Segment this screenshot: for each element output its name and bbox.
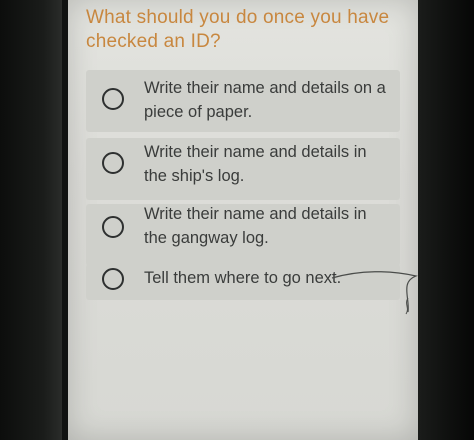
answer-option-1[interactable]: Write their name and details on a piece … (86, 70, 400, 132)
answer-option-2[interactable]: Write their name and details in the ship… (86, 138, 400, 200)
radio-button-icon[interactable] (102, 88, 124, 110)
answer-option-label: Write their name and details in the gang… (144, 205, 367, 247)
phone-bezel-right (416, 0, 474, 440)
question-text: What should you do once you have checked… (86, 7, 390, 52)
radio-button-icon[interactable] (102, 216, 124, 238)
answer-option-label: Write their name and details in the ship… (144, 143, 367, 185)
phone-bezel-left (0, 0, 62, 440)
pen-mark-scribble (331, 271, 418, 315)
phone-screen: What should you do once you have checked… (68, 0, 418, 440)
radio-button-icon[interactable] (102, 152, 124, 174)
radio-button-icon[interactable] (102, 268, 124, 290)
answer-option-3[interactable]: Write their name and details in the gang… (86, 204, 400, 266)
answer-option-label: Write their name and details on a piece … (144, 79, 386, 121)
